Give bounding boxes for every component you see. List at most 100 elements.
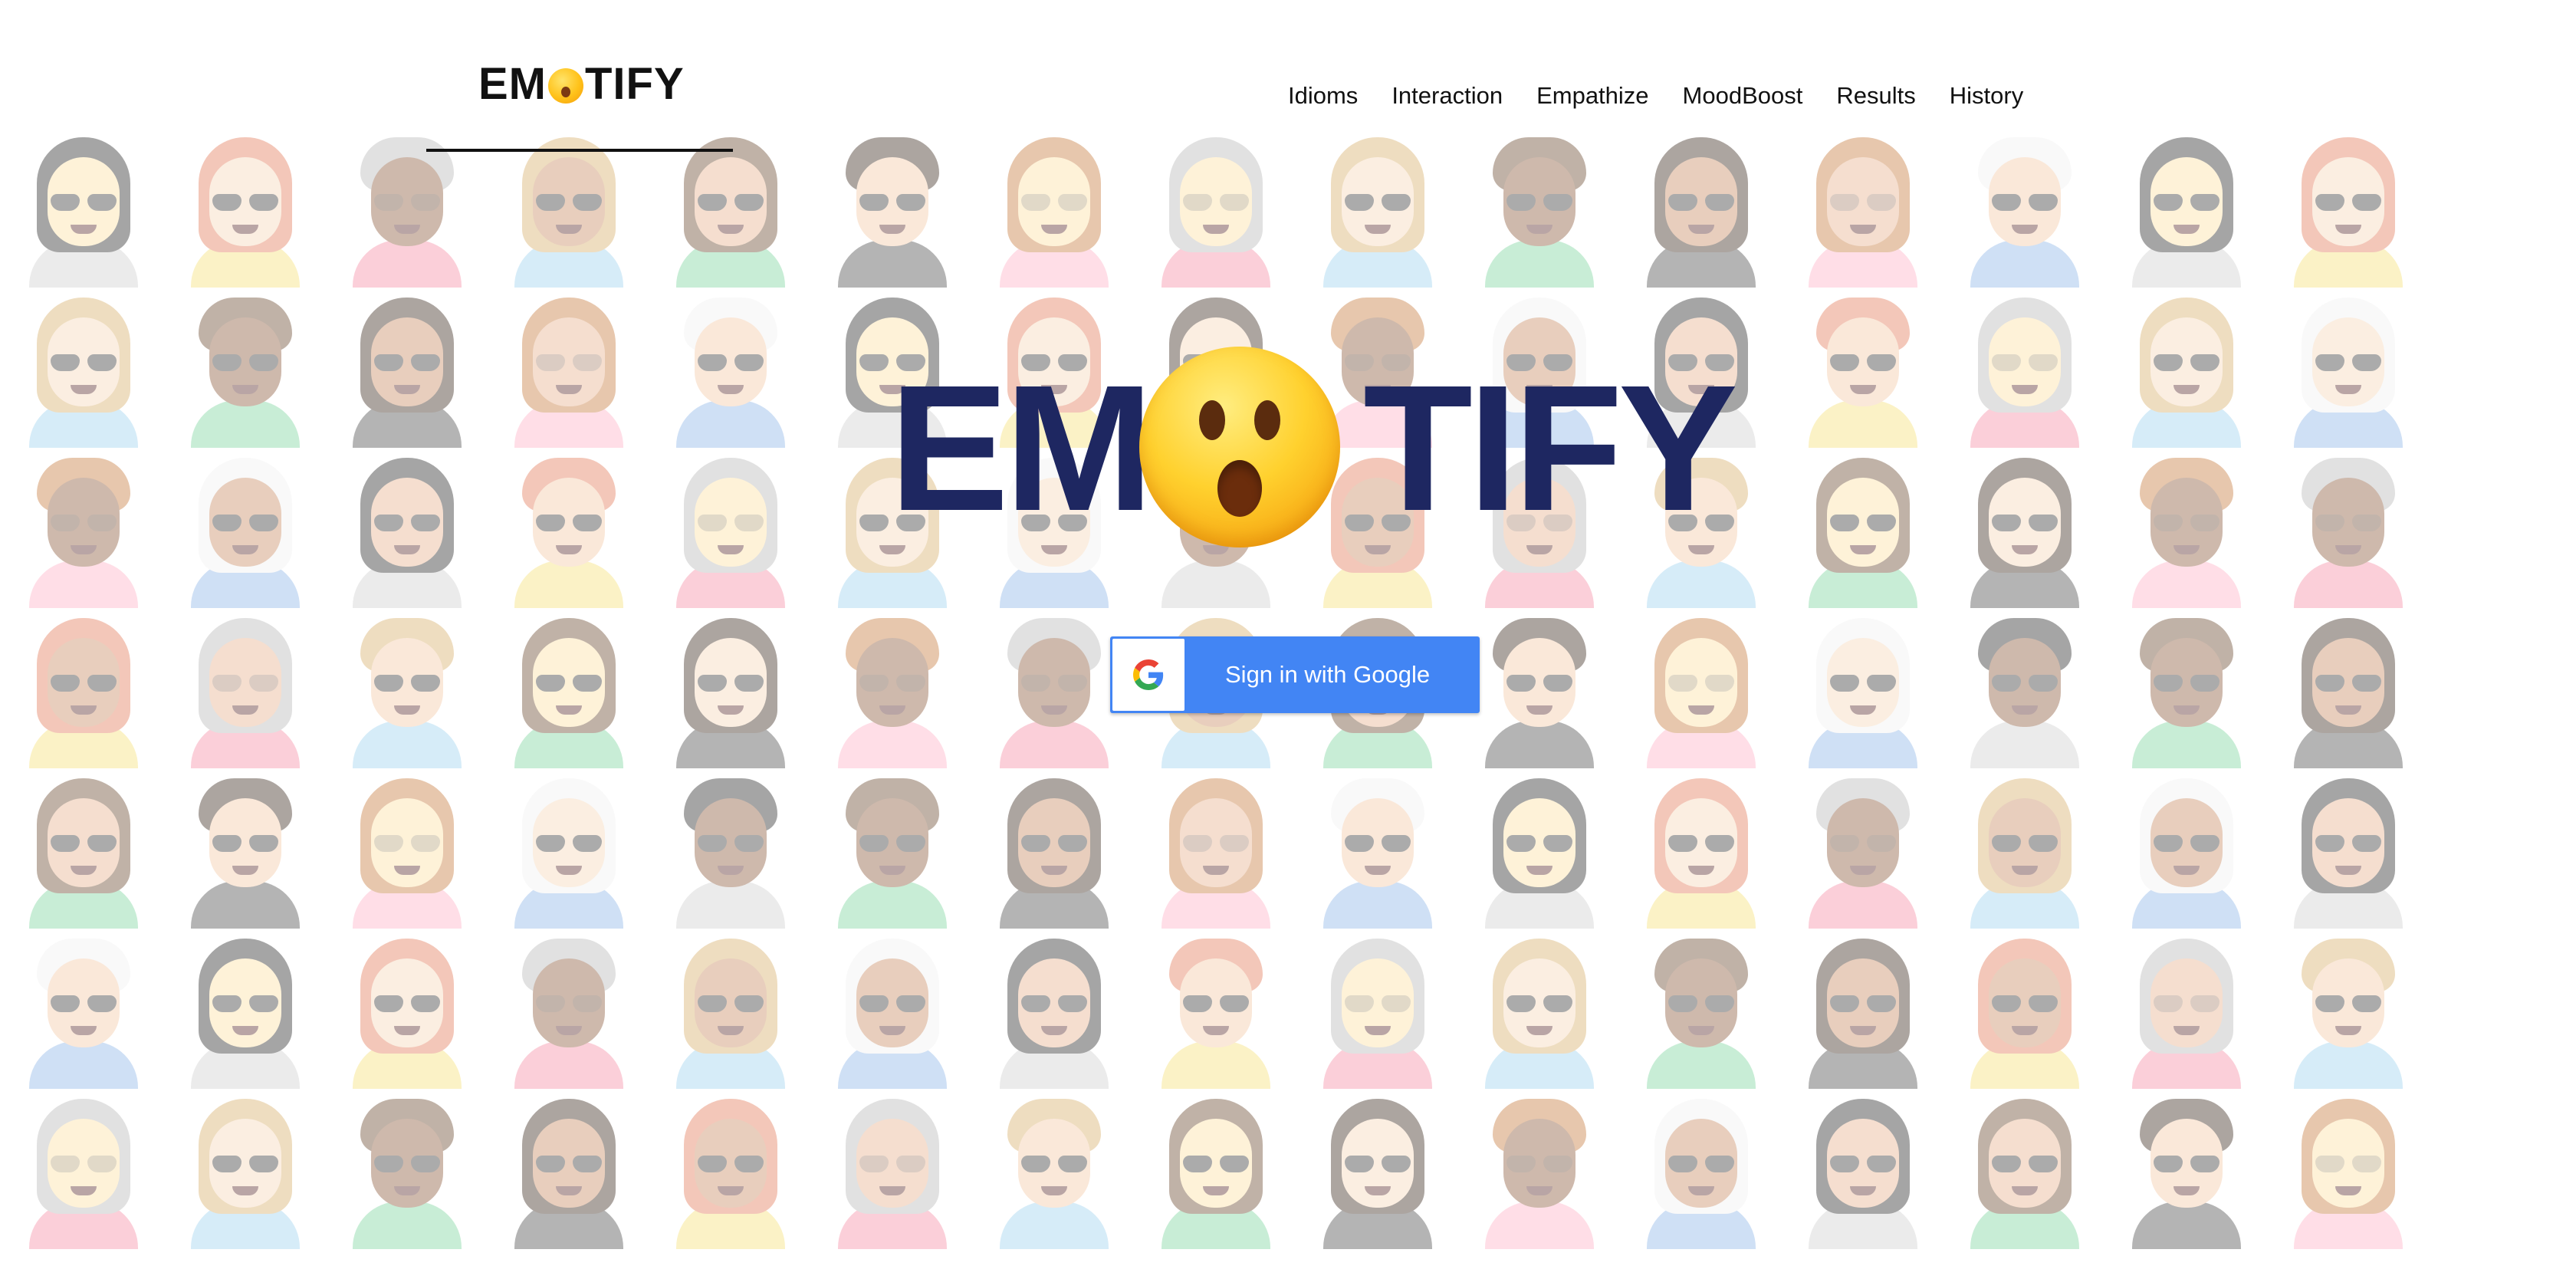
emoji-mouth <box>1217 460 1262 517</box>
avatar-illustration <box>165 447 326 608</box>
avatar-illustration <box>3 287 164 448</box>
avatar-illustration <box>974 768 1135 929</box>
hero-title-right: TIFY <box>1363 347 1738 548</box>
avatar-illustration <box>2106 607 2267 768</box>
avatar-illustration <box>1621 928 1782 1089</box>
avatar-illustration <box>2106 447 2267 608</box>
avatar-illustration <box>812 928 973 1089</box>
page: EM TIFY Idioms Interaction Empathize Mood… <box>0 0 2576 1279</box>
main-nav: Idioms Interaction Empathize MoodBoost R… <box>1288 77 2057 115</box>
avatar-illustration <box>2106 928 2267 1089</box>
avatar-illustration <box>2268 607 2429 768</box>
emoji-right-eye <box>1254 400 1280 440</box>
avatar-illustration <box>165 928 326 1089</box>
avatar-illustration <box>1783 447 1944 608</box>
google-signin-label: Sign in with Google <box>1225 661 1431 688</box>
avatar-illustration <box>327 1088 488 1249</box>
avatar-illustration <box>327 447 488 608</box>
nav-item-idioms[interactable]: Idioms <box>1288 77 1358 115</box>
avatar-illustration <box>1459 928 1620 1089</box>
avatar-illustration <box>812 607 973 768</box>
nav-item-history[interactable]: History <box>1950 77 2023 115</box>
avatar-illustration <box>650 287 811 448</box>
avatar-illustration <box>1944 447 2105 608</box>
avatar-illustration <box>327 768 488 929</box>
avatar-illustration <box>2268 768 2429 929</box>
avatar-illustration <box>1944 1088 2105 1249</box>
astonished-face-icon <box>548 68 583 104</box>
brand-wordmark-left: EM <box>478 59 547 109</box>
nav-item-moodboost[interactable]: MoodBoost <box>1683 77 1803 115</box>
avatar-illustration <box>165 607 326 768</box>
avatar-illustration <box>650 1088 811 1249</box>
avatar-illustration <box>2268 287 2429 448</box>
avatar-illustration <box>488 607 649 768</box>
avatar-illustration <box>1944 928 2105 1089</box>
avatar-illustration <box>650 768 811 929</box>
avatar-illustration <box>165 1088 326 1249</box>
avatar-illustration <box>488 287 649 448</box>
avatar-illustration <box>1297 1088 1458 1249</box>
nav-item-interaction[interactable]: Interaction <box>1392 77 1503 115</box>
avatar-illustration <box>165 287 326 448</box>
avatar-illustration <box>1783 928 1944 1089</box>
avatar-illustration <box>1135 1088 1296 1249</box>
avatar-illustration <box>650 607 811 768</box>
avatar-illustration <box>2106 287 2267 448</box>
brand-logo[interactable]: EM TIFY <box>426 52 733 152</box>
avatar-illustration <box>1783 287 1944 448</box>
google-g-icon <box>1133 659 1164 690</box>
avatar-illustration <box>488 928 649 1089</box>
avatar-illustration <box>1783 607 1944 768</box>
avatar-illustration <box>1944 287 2105 448</box>
avatar-illustration <box>3 1088 164 1249</box>
astonished-face-icon <box>1139 347 1340 547</box>
avatar-illustration <box>812 1088 973 1249</box>
avatar-illustration <box>1783 768 1944 929</box>
avatar-illustration <box>1459 1088 1620 1249</box>
avatar-illustration <box>650 928 811 1089</box>
google-signin-button[interactable]: Sign in with Google <box>1110 636 1480 713</box>
avatar-illustration <box>1783 1088 1944 1249</box>
avatar-illustration <box>2268 1088 2429 1249</box>
avatar-illustration <box>3 447 164 608</box>
avatar-illustration <box>1621 607 1782 768</box>
avatar-illustration <box>1621 1088 1782 1249</box>
avatar-illustration <box>1297 768 1458 929</box>
avatar-illustration <box>327 607 488 768</box>
avatar-illustration <box>1297 928 1458 1089</box>
avatar-illustration <box>3 768 164 929</box>
emoji-left-eye <box>1199 400 1225 440</box>
avatar-illustration <box>2268 447 2429 608</box>
avatar-illustration <box>650 447 811 608</box>
avatar-illustration <box>974 1088 1135 1249</box>
avatar-illustration <box>2106 768 2267 929</box>
avatar-illustration <box>2106 1088 2267 1249</box>
nav-item-empathize[interactable]: Empathize <box>1536 77 1648 115</box>
avatar-illustration <box>488 768 649 929</box>
avatar-illustration <box>1135 928 1296 1089</box>
avatar-illustration <box>1944 768 2105 929</box>
brand-underline <box>426 149 733 152</box>
avatar-illustration <box>165 768 326 929</box>
avatar-illustration <box>1135 768 1296 929</box>
brand-wordmark: EM TIFY <box>478 58 685 110</box>
avatar-illustration <box>1459 607 1620 768</box>
avatar-illustration <box>812 768 973 929</box>
avatar-illustration <box>974 928 1135 1089</box>
avatar-illustration <box>1944 607 2105 768</box>
brand-wordmark-right: TIFY <box>585 59 685 109</box>
avatar-illustration <box>1621 768 1782 929</box>
avatar-illustration <box>3 928 164 1089</box>
avatar-illustration <box>327 287 488 448</box>
avatar-illustration <box>1459 768 1620 929</box>
avatar-illustration <box>488 1088 649 1249</box>
avatar-illustration <box>3 607 164 768</box>
nav-item-results[interactable]: Results <box>1836 77 1915 115</box>
google-logo-box <box>1112 639 1184 711</box>
hero-title: EM TIFY <box>889 344 1738 549</box>
hero-title-left: EM <box>889 347 1154 548</box>
avatar-illustration <box>488 447 649 608</box>
avatar-illustration <box>327 928 488 1089</box>
header: EM TIFY Idioms Interaction Empathize Mood… <box>0 0 2576 161</box>
